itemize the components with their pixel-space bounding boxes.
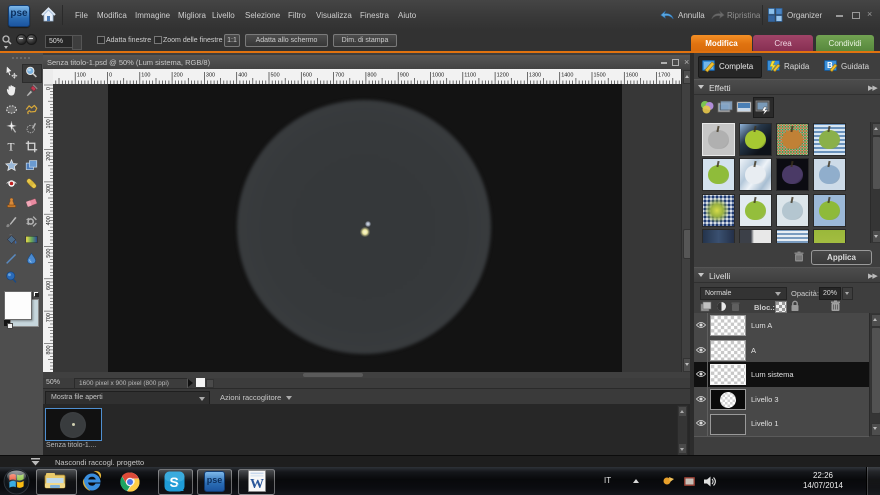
svg-text:1300: 1300 xyxy=(529,73,541,79)
svg-text:700: 700 xyxy=(335,73,344,79)
svg-text:800: 800 xyxy=(367,73,376,79)
svg-text:100: 100 xyxy=(141,73,150,79)
svg-text:1200: 1200 xyxy=(497,73,509,79)
svg-text:600: 600 xyxy=(303,73,312,79)
svg-text:0: 0 xyxy=(109,73,112,79)
svg-text:200: 200 xyxy=(174,73,183,79)
svg-text:400: 400 xyxy=(238,73,247,79)
svg-text:1100: 1100 xyxy=(464,73,476,79)
svg-text:900: 900 xyxy=(400,73,409,79)
svg-text:1000: 1000 xyxy=(432,73,444,79)
svg-text:1600: 1600 xyxy=(626,73,638,79)
svg-text:W: W xyxy=(250,477,264,492)
svg-text:100: 100 xyxy=(77,73,86,79)
svg-text:300: 300 xyxy=(206,73,215,79)
svg-text:1500: 1500 xyxy=(594,73,606,79)
svg-text:1400: 1400 xyxy=(561,73,573,79)
svg-text:1700: 1700 xyxy=(658,73,670,79)
svg-text:500: 500 xyxy=(271,73,280,79)
svg-text:T: T xyxy=(7,141,14,152)
svg-text:S: S xyxy=(170,474,179,490)
svg-text:0: 0 xyxy=(46,87,52,90)
